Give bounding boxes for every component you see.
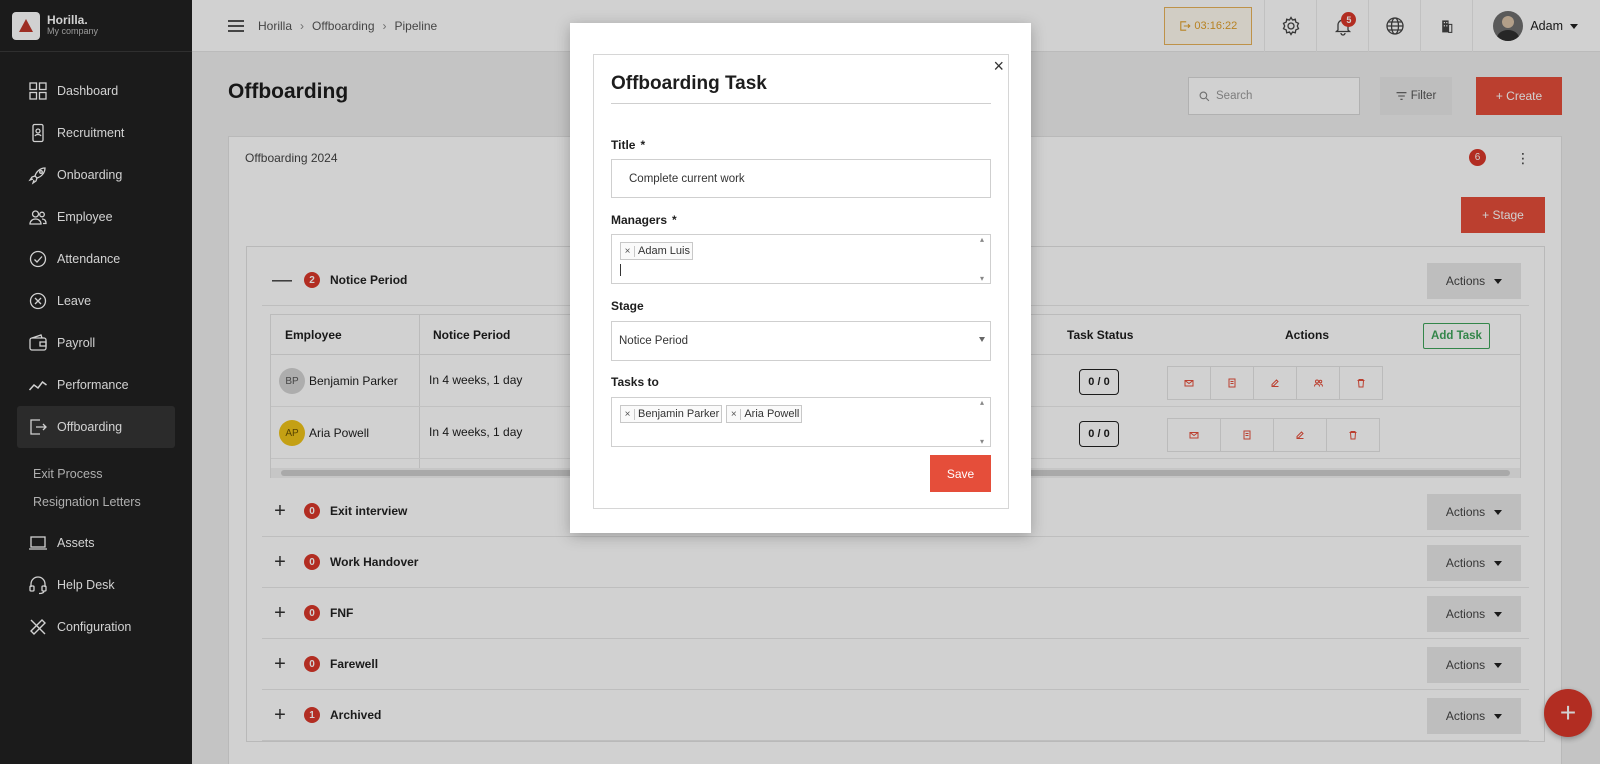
title-label: Title * — [611, 138, 646, 152]
selected-tag: × Benjamin Parker — [620, 405, 723, 423]
save-button[interactable]: Save — [930, 455, 991, 492]
stage-select[interactable]: Notice Period — [611, 321, 991, 361]
remove-tag-icon[interactable]: × — [621, 408, 635, 420]
vertical-scrollbar[interactable] — [980, 235, 988, 283]
stage-label: Stage — [611, 299, 644, 313]
close-icon[interactable]: × — [993, 57, 1004, 75]
tasks-to-label: Tasks to — [611, 375, 659, 389]
offboarding-task-modal: × Offboarding Task Title * Complete curre… — [570, 23, 1031, 533]
text-cursor — [620, 264, 621, 276]
managers-label: Managers * — [611, 213, 677, 227]
title-value: Complete current work — [629, 173, 745, 185]
selected-tag: × Aria Powell — [726, 405, 803, 423]
selected-tag: × Adam Luis — [620, 242, 693, 260]
stage-selected-value: Notice Period — [619, 335, 689, 347]
divider — [611, 103, 991, 104]
title-field[interactable]: Complete current work — [611, 159, 991, 198]
remove-tag-icon[interactable]: × — [621, 245, 635, 257]
managers-multiselect[interactable]: × Adam Luis — [611, 234, 991, 284]
chevron-down-icon — [979, 337, 985, 342]
tasks-to-multiselect[interactable]: × Benjamin Parker × Aria Powell — [611, 397, 991, 447]
modal-form: × Offboarding Task Title * Complete curre… — [593, 54, 1009, 509]
vertical-scrollbar[interactable] — [980, 398, 988, 446]
remove-tag-icon[interactable]: × — [727, 408, 742, 420]
modal-title: Offboarding Task — [611, 73, 767, 94]
